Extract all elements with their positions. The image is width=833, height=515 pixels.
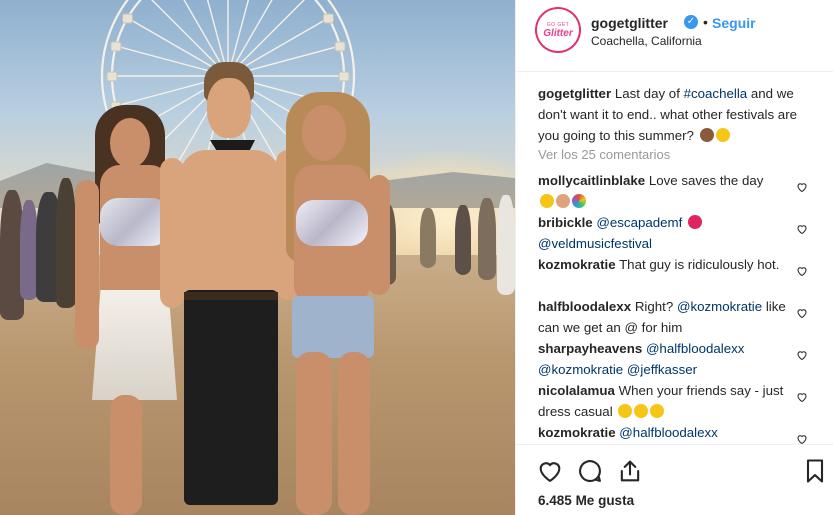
comment-mention[interactable]: @escapademf <box>596 215 682 230</box>
comment-username[interactable]: kozmokratie <box>538 257 616 272</box>
post-caption: gogetglitter Last day of #coachella and … <box>538 83 808 146</box>
crowd-person <box>478 198 496 280</box>
post-photo[interactable] <box>0 0 515 515</box>
comment-mention[interactable]: @jeffkasser <box>627 362 697 377</box>
comment-like-heart-icon[interactable] <box>796 223 808 235</box>
comment-text-before: Right? <box>634 299 677 314</box>
comment-username[interactable]: kozmokratie <box>538 425 616 440</box>
avatar[interactable]: GO GET Glitter <box>535 7 581 53</box>
hand-emoji-icon <box>556 194 570 208</box>
follow-button[interactable]: Seguir <box>712 15 756 31</box>
crowd-person <box>420 208 436 268</box>
avatar-logo: GO GET Glitter <box>537 9 579 51</box>
comment-like-heart-icon[interactable] <box>796 349 808 361</box>
comment-item: bribickle @escapademf @veldmusicfestival <box>538 212 788 254</box>
comment-like-heart-icon[interactable] <box>796 433 808 444</box>
crowd-person <box>497 195 515 295</box>
comment-text: Love saves the day <box>648 173 764 188</box>
comment-mention[interactable]: @veldmusicfestival <box>538 236 652 251</box>
comment-item: kozmokratie That guy is ridiculously hot… <box>538 254 788 275</box>
comment-item: kozmokratie @halfbloodalexx <box>538 422 788 443</box>
rainbow-emoji-icon <box>572 194 586 208</box>
laughing-emoji-icon <box>618 404 633 418</box>
comment-item: halfbloodalexx Right? @kozmokratie like … <box>538 296 788 338</box>
likes-number: 6.485 <box>538 493 572 508</box>
comment-icon[interactable] <box>576 457 604 485</box>
sparkle-emoji-icon <box>540 194 554 208</box>
crown-emoji-icon <box>699 128 714 142</box>
sparkles-emoji-icon <box>650 404 665 418</box>
crowd-person <box>56 178 76 308</box>
comment-like-heart-icon[interactable] <box>796 265 808 277</box>
heart-icon[interactable] <box>536 457 564 485</box>
comment-item: nicolalamua When your friends say - just… <box>538 380 788 422</box>
separator-dot: • <box>703 14 708 30</box>
comments-list[interactable]: gogetglitter Last day of #coachella and … <box>516 72 833 444</box>
comment-mention[interactable]: @halfbloodalexx <box>619 425 718 440</box>
comment-username[interactable]: sharpayheavens <box>538 341 642 356</box>
comment-username[interactable]: halfbloodalexx <box>538 299 631 314</box>
likes-count[interactable]: 6.485 Me gusta <box>538 493 634 508</box>
comment-username[interactable]: mollycaitlinblake <box>538 173 645 188</box>
post-actions: 6.485 Me gusta <box>516 444 833 515</box>
comment-like-heart-icon[interactable] <box>796 181 808 193</box>
likes-label: Me gusta <box>575 493 635 508</box>
comment-mention[interactable]: @kozmokratie <box>538 362 623 377</box>
account-username[interactable]: gogetglitter <box>591 15 668 31</box>
comment-username[interactable]: nicolalamua <box>538 383 615 398</box>
comment-like-heart-icon[interactable] <box>796 391 808 403</box>
post-location[interactable]: Coachella, California <box>591 34 702 48</box>
avatar-logo-bottom: Glitter <box>543 27 573 39</box>
comment-item: sharpayheavens @halfbloodalexx @kozmokra… <box>538 338 788 380</box>
heart-emoji-icon <box>688 215 703 229</box>
caption-hashtag[interactable]: #coachella <box>684 86 748 101</box>
comment-username[interactable]: bribickle <box>538 215 593 230</box>
post-side-panel: GO GET Glitter gogetglitter ✓ • Seguir C… <box>515 0 833 515</box>
crowd-person <box>455 205 471 275</box>
bookmark-icon[interactable] <box>801 457 829 485</box>
caption-text-before: Last day of <box>614 86 684 101</box>
comment-mention[interactable]: @halfbloodalexx <box>646 341 745 356</box>
comment-item: mollycaitlinblake Love saves the day <box>538 170 788 212</box>
comment-text: That guy is ridiculously hot. <box>619 257 780 272</box>
caption-username[interactable]: gogetglitter <box>538 86 611 101</box>
comment-like-heart-icon[interactable] <box>796 307 808 319</box>
verified-badge-icon: ✓ <box>684 15 698 29</box>
post-header: GO GET Glitter gogetglitter ✓ • Seguir C… <box>516 0 833 72</box>
share-icon[interactable] <box>616 457 644 485</box>
sparkles-emoji-icon <box>634 404 649 418</box>
comment-mention[interactable]: @kozmokratie <box>677 299 762 314</box>
view-all-comments-link[interactable]: Ver los 25 comentarios <box>538 147 670 162</box>
sparkles-emoji-icon <box>715 128 730 142</box>
